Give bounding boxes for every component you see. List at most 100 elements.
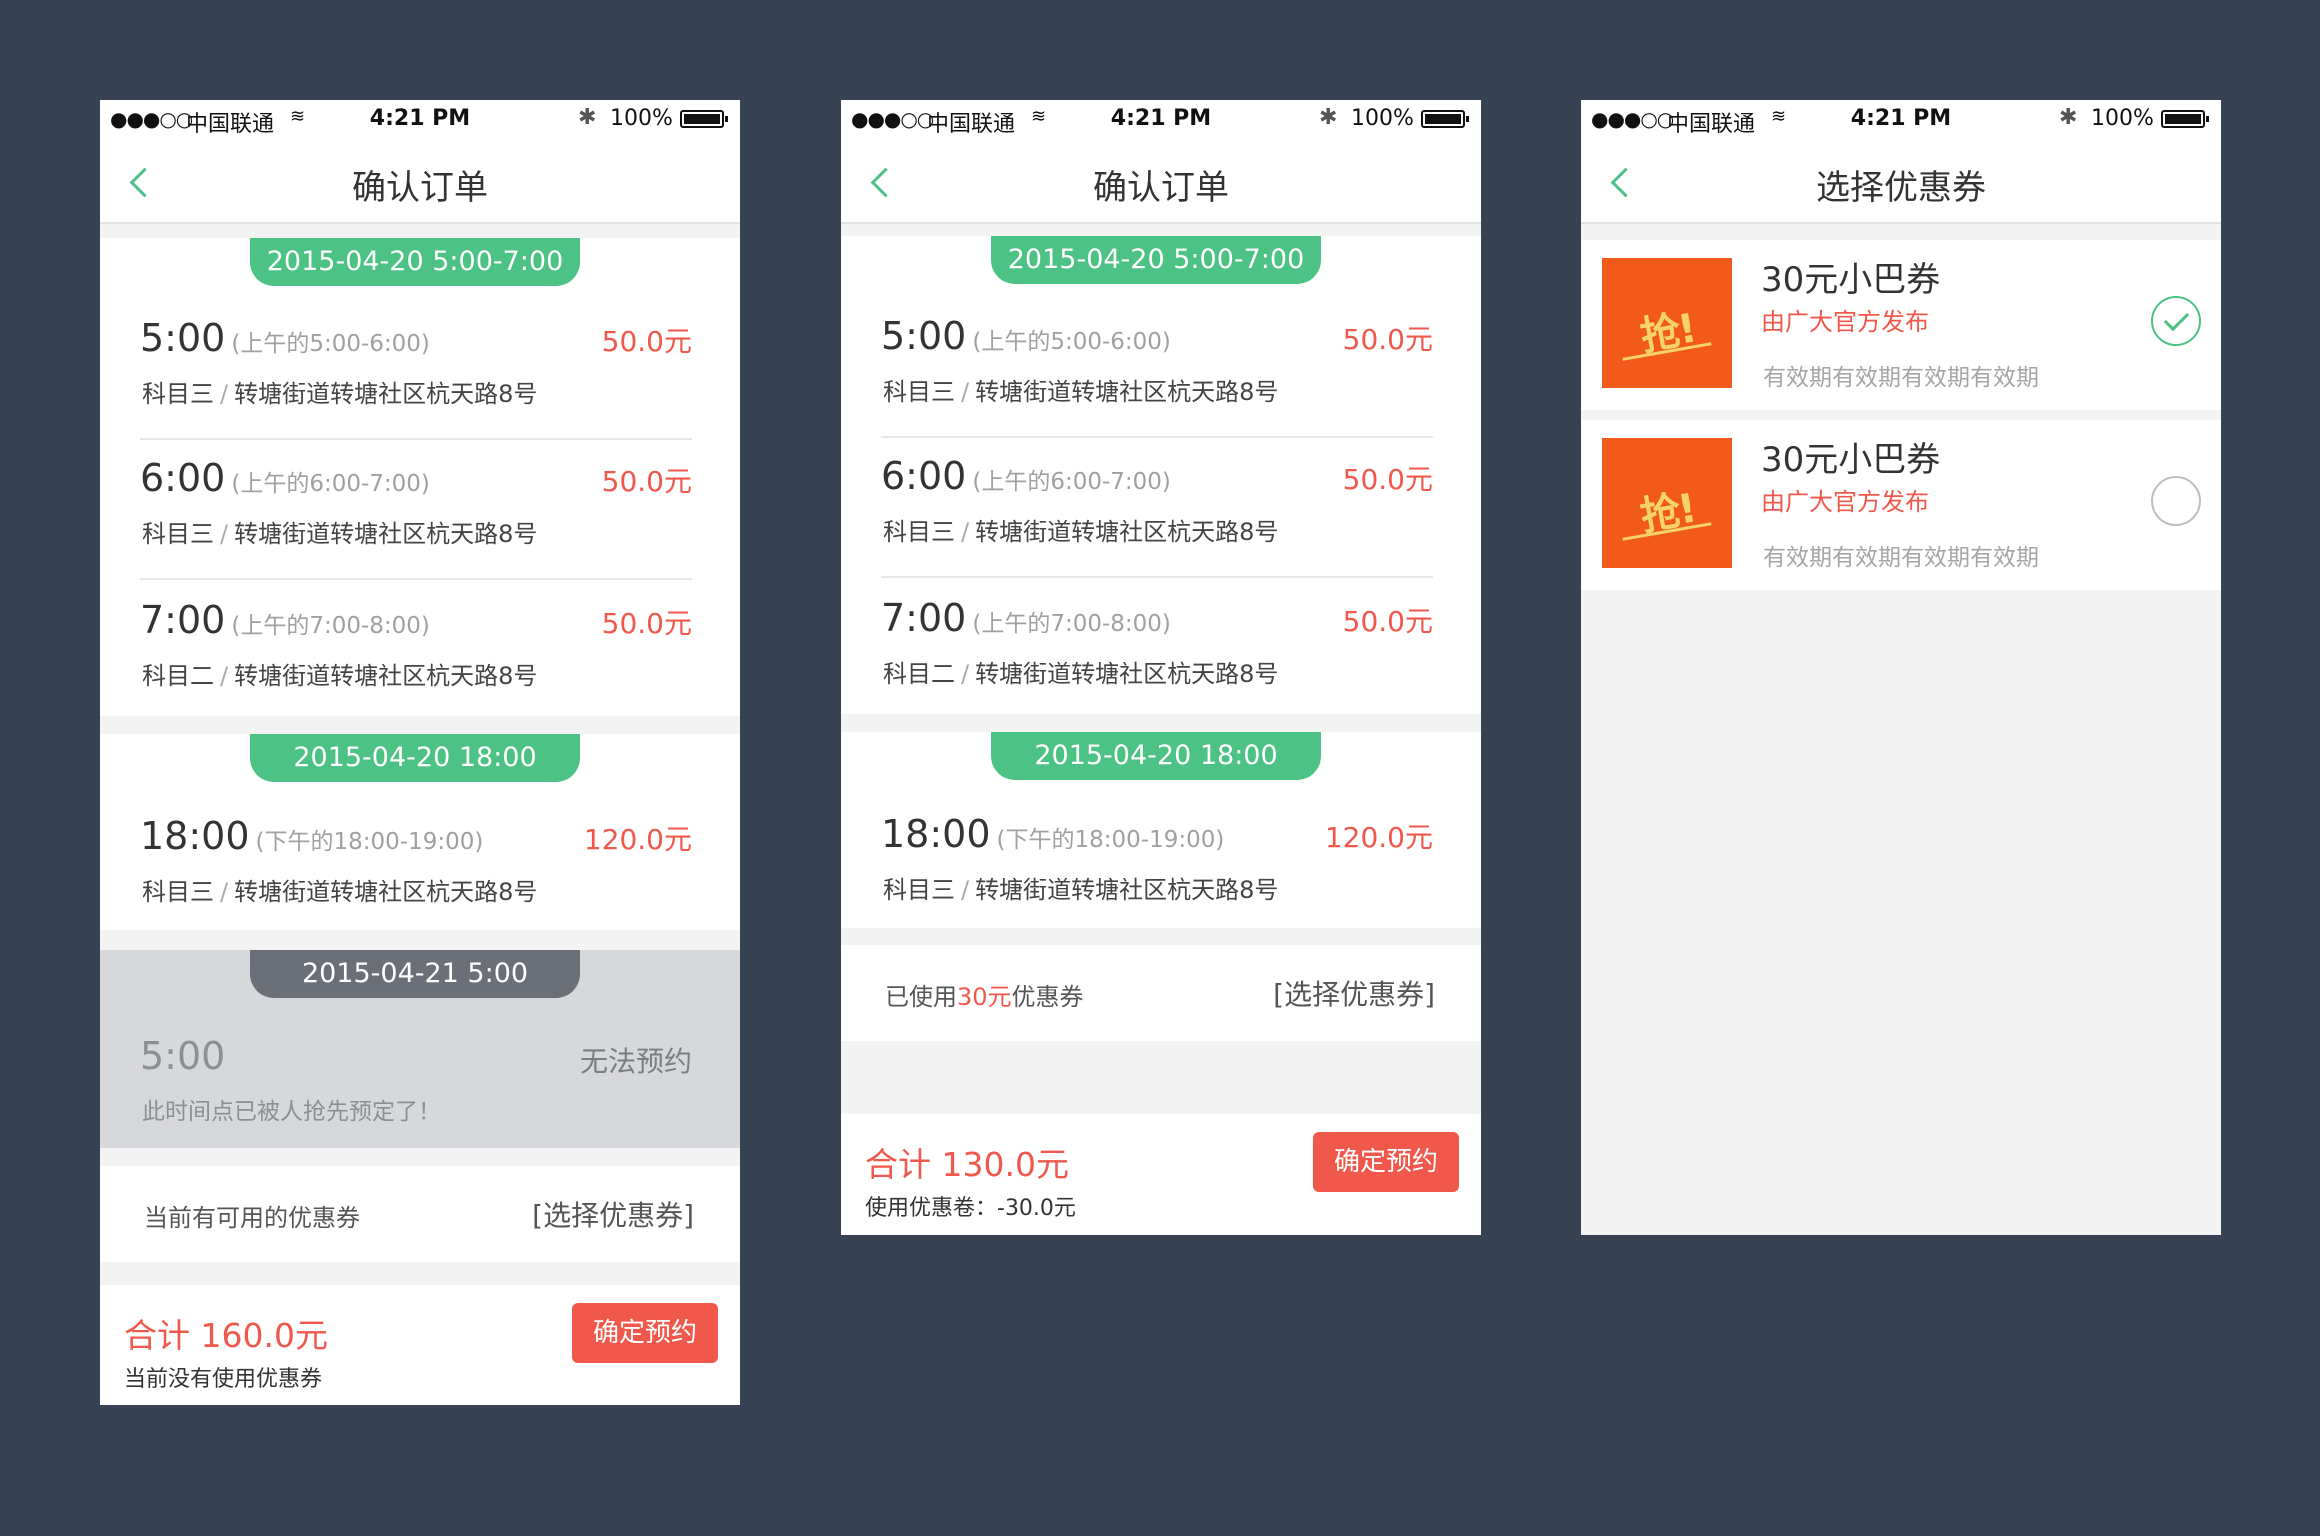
radio-circle-icon[interactable]: [2151, 476, 2201, 526]
battery-icon: [680, 110, 728, 128]
booking-item: 6:00 (上午的6:00-7:00) 50.0元 科目三 / 转塘街道转塘社区杭天路…: [881, 424, 1433, 564]
order-screen-with-coupon: ●●●○○ 中国联通 ≋ 4:21 PM ✱ 100% 确认订单 2015-04…: [841, 100, 1481, 1235]
coupon-issuer: 由广大官方发布: [1761, 308, 1929, 336]
coupon-card[interactable]: 抢! 30元小巴券 由广大官方发布 有效期有效期有效期有效期: [1581, 240, 2221, 410]
slot-price: 50.0元: [601, 325, 692, 358]
slot-range: (上午的7:00-8:00): [972, 611, 1171, 637]
coupon-logo-image: 抢!: [1602, 258, 1732, 388]
order-footer: 合计 130.0元 使用优惠卷：-30.0元 确定预约: [841, 1114, 1481, 1235]
slot-price: 50.0元: [1342, 605, 1433, 638]
slot-price: 50.0元: [1342, 323, 1433, 356]
booking-item: 5:00 (上午的5:00-6:00) 50.0元 科目三 / 转塘街道转塘社区杭天路…: [881, 284, 1433, 424]
booking-item: 6:00 (上午的6:00-7:00) 50.0元 科目三 / 转塘街道转塘社区杭天路…: [140, 426, 692, 566]
slot-time: 6:00 (上午的6:00-7:00): [881, 454, 1171, 498]
page-title: 选择优惠券: [1816, 168, 1986, 208]
booking-item: 7:00 (上午的7:00-8:00) 50.0元 科目二 / 转塘街道转塘社区杭天路…: [881, 566, 1433, 706]
battery-percent: 100%: [1351, 106, 1414, 131]
confirm-booking-button[interactable]: 确定预约: [1313, 1132, 1459, 1192]
slot-time: 6:00 (上午的6:00-7:00): [140, 456, 430, 500]
date-badge: 2015-04-20 18:00: [991, 732, 1321, 780]
order-screen-no-coupon: ●●●○○ 中国联通 ≋ 4:21 PM ✱ 100% 确认订单 2015-04…: [100, 100, 740, 1405]
coupon-row: 当前有可用的优惠券 [选择优惠券]: [100, 1166, 740, 1262]
coupon-logo-image: 抢!: [1602, 438, 1732, 568]
coupon-issuer: 由广大官方发布: [1761, 488, 1929, 516]
date-badge: 2015-04-20 18:00: [250, 734, 580, 782]
slot-time: 7:00 (上午的7:00-8:00): [140, 598, 430, 642]
bluetooth-icon: ✱: [2059, 105, 2078, 130]
coupon-status: 已使用30元优惠券: [885, 983, 1084, 1011]
coupon-status: 当前有可用的优惠券: [144, 1204, 360, 1232]
page-title: 确认订单: [352, 168, 488, 208]
slot-price: 50.0元: [1342, 463, 1433, 496]
status-bar: ●●●○○ 中国联通 ≋ 4:21 PM ✱ 100%: [100, 100, 740, 140]
unavailable-slot: 2015-04-21 5:00 5:00 无法预约 此时间点已被人抢先预定了！: [100, 950, 740, 1148]
slot-range: (下午的18:00-19:00): [996, 827, 1225, 853]
slot-address: 科目三 / 转塘街道转塘社区杭天路8号: [142, 520, 538, 548]
confirm-booking-button[interactable]: 确定预约: [572, 1303, 718, 1363]
date-badge: 2015-04-21 5:00: [250, 950, 580, 998]
coupon-select-screen: ●●●○○ 中国联通 ≋ 4:21 PM ✱ 100% 选择优惠券 抢! 30元…: [1581, 100, 2221, 1235]
slot-range: (下午的18:00-19:00): [255, 829, 484, 855]
coupon-note: 使用优惠卷：-30.0元: [865, 1196, 1076, 1221]
battery-icon: [2161, 110, 2209, 128]
slot-address: 科目三 / 转塘街道转塘社区杭天路8号: [883, 378, 1279, 406]
slot-time: 18:00 (下午的18:00-19:00): [140, 814, 484, 858]
coupon-row: 已使用30元优惠券 [选择优惠券]: [841, 945, 1481, 1041]
date-badge: 2015-04-20 5:00-7:00: [991, 236, 1321, 284]
time-group: 2015-04-20 5:00-7:00 5:00 (上午的5:00-6:00) …: [100, 238, 740, 716]
slot-time: 18:00 (下午的18:00-19:00): [881, 812, 1225, 856]
page-title: 确认订单: [1093, 168, 1229, 208]
booking-item: 18:00 (下午的18:00-19:00) 120.0元 科目三 / 转塘街道转塘社…: [881, 782, 1433, 922]
nav-bar: 确认订单: [841, 140, 1481, 224]
coupon-amount: 30元: [957, 983, 1012, 1011]
booking-item: 5:00 (上午的5:00-6:00) 50.0元 科目三 / 转塘街道转塘社区杭天路…: [140, 286, 692, 426]
slot-address: 科目二 / 转塘街道转塘社区杭天路8号: [883, 660, 1279, 688]
status-bar: ●●●○○ 中国联通 ≋ 4:21 PM ✱ 100%: [1581, 100, 2221, 140]
slot-time: 5:00 (上午的5:00-6:00): [881, 314, 1171, 358]
slot-time: 5:00: [140, 1034, 226, 1078]
select-coupon-link[interactable]: [选择优惠券]: [532, 1194, 694, 1234]
check-circle-icon[interactable]: [2151, 296, 2201, 346]
slot-price: 50.0元: [601, 607, 692, 640]
status-bar: ●●●○○ 中国联通 ≋ 4:21 PM ✱ 100%: [841, 100, 1481, 140]
coupon-card[interactable]: 抢! 30元小巴券 由广大官方发布 有效期有效期有效期有效期: [1581, 420, 2221, 590]
slot-time: 5:00 (上午的5:00-6:00): [140, 316, 430, 360]
coupon-name: 30元小巴券: [1761, 440, 1941, 480]
nav-bar: 选择优惠券: [1581, 140, 2221, 224]
battery-icon: [1421, 110, 1469, 128]
slot-time: 7:00 (上午的7:00-8:00): [881, 596, 1171, 640]
booking-item: 18:00 (下午的18:00-19:00) 120.0元 科目三 / 转塘街道转塘社…: [140, 784, 692, 924]
slot-status: 无法预约: [579, 1045, 692, 1078]
time-group: 2015-04-20 5:00-7:00 5:00 (上午的5:00-6:00) …: [841, 236, 1481, 714]
order-total: 合计 160.0元: [124, 1316, 328, 1355]
coupon-name: 30元小巴券: [1761, 260, 1941, 300]
select-coupon-link[interactable]: [选择优惠券]: [1273, 973, 1435, 1013]
slot-price: 120.0元: [1324, 821, 1433, 854]
slot-address: 科目三 / 转塘街道转塘社区杭天路8号: [883, 876, 1279, 904]
slot-range: (上午的6:00-7:00): [972, 469, 1171, 495]
slot-address: 科目三 / 转塘街道转塘社区杭天路8号: [142, 878, 538, 906]
time-group: 2015-04-20 18:00 18:00 (下午的18:00-19:00) 1…: [100, 734, 740, 930]
date-badge: 2015-04-20 5:00-7:00: [250, 238, 580, 286]
bluetooth-icon: ✱: [1319, 105, 1338, 130]
battery-percent: 100%: [2091, 106, 2154, 131]
coupon-note: 当前没有使用优惠券: [124, 1367, 323, 1392]
slot-address: 科目三 / 转塘街道转塘社区杭天路8号: [142, 380, 538, 408]
slot-address: 科目三 / 转塘街道转塘社区杭天路8号: [883, 518, 1279, 546]
slot-range: (上午的7:00-8:00): [231, 613, 430, 639]
slot-price: 120.0元: [583, 823, 692, 856]
coupon-validity: 有效期有效期有效期有效期: [1763, 365, 2039, 391]
slot-address: 科目二 / 转塘街道转塘社区杭天路8号: [142, 662, 538, 690]
coupon-validity: 有效期有效期有效期有效期: [1763, 545, 2039, 571]
time-group: 2015-04-20 18:00 18:00 (下午的18:00-19:00) 1…: [841, 732, 1481, 928]
order-total: 合计 130.0元: [865, 1145, 1069, 1184]
slot-price: 50.0元: [601, 465, 692, 498]
nav-bar: 确认订单: [100, 140, 740, 224]
slot-range: (上午的6:00-7:00): [231, 471, 430, 497]
order-footer: 合计 160.0元 当前没有使用优惠券 确定预约: [100, 1285, 740, 1405]
battery-percent: 100%: [610, 106, 673, 131]
slot-range: (上午的5:00-6:00): [972, 329, 1171, 355]
booking-item: 7:00 (上午的7:00-8:00) 50.0元 科目二 / 转塘街道转塘社区杭天路…: [140, 568, 692, 708]
slot-range: (上午的5:00-6:00): [231, 331, 430, 357]
slot-message: 此时间点已被人抢先预定了！: [142, 1099, 441, 1125]
